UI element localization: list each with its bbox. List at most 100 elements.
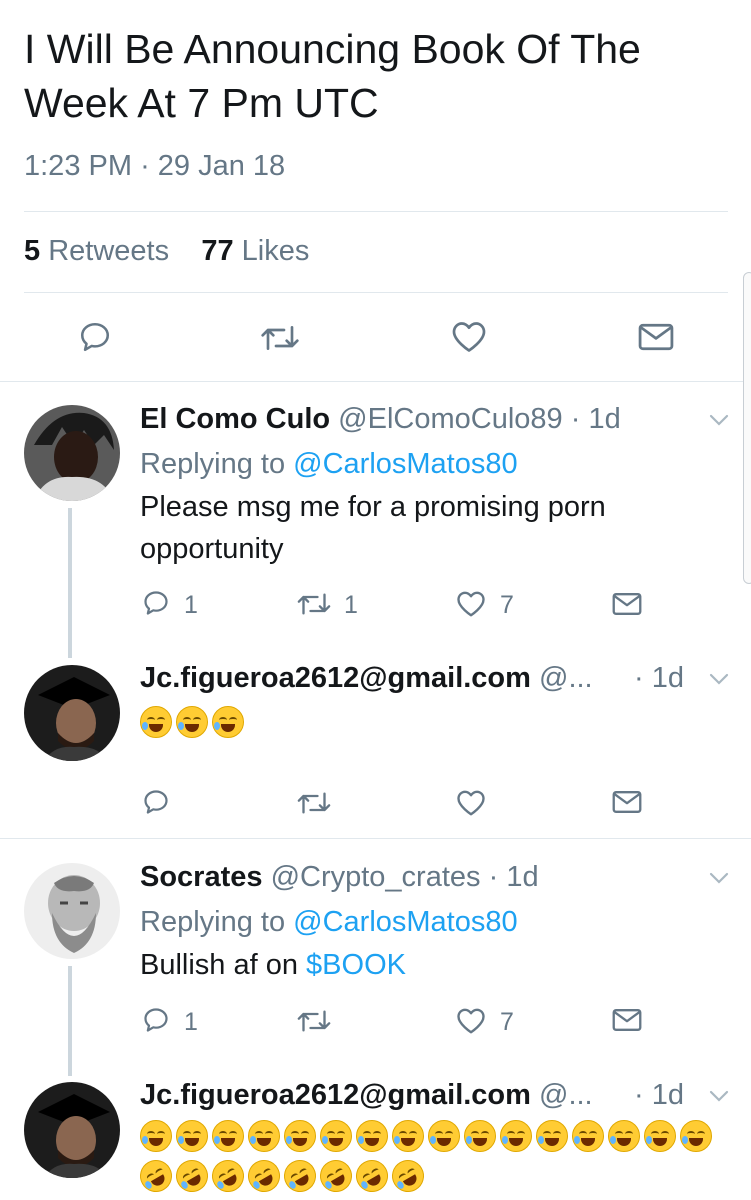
replying-prefix: Replying to — [140, 448, 294, 480]
tears-of-joy-emoji — [176, 1120, 208, 1152]
header-separator: · — [480, 861, 507, 893]
tears-of-joy-emoji — [176, 706, 208, 738]
avatar[interactable] — [24, 665, 120, 761]
tears-of-joy-emoji — [392, 1120, 424, 1152]
meta-separator: · — [140, 150, 150, 182]
reply-time: 1d — [651, 662, 684, 694]
replying-to: Replying to @CarlosMatos80 — [140, 905, 518, 939]
dm-icon[interactable] — [638, 322, 674, 352]
like-icon[interactable] — [456, 1007, 486, 1035]
user-handle[interactable]: @... — [539, 1079, 593, 1111]
reply-header: Jc.figueroa2612@gmail.com @... — [140, 661, 593, 695]
reply-text: Bullish af on $BOOK — [140, 944, 700, 986]
chevron-down-icon[interactable] — [708, 412, 730, 428]
tears-of-joy-emoji — [608, 1120, 640, 1152]
like-count: 77 — [201, 235, 234, 267]
thread-line — [68, 508, 72, 658]
header-separator: · — [634, 662, 644, 694]
replying-to: Replying to @CarlosMatos80 — [140, 447, 518, 481]
tears-of-joy-emoji — [644, 1120, 676, 1152]
tears-of-joy-emoji — [284, 1120, 316, 1152]
tears-of-joy-emoji — [464, 1120, 496, 1152]
rolling-on-floor-laughing-emoji — [134, 1154, 178, 1198]
thread-line — [68, 966, 72, 1076]
avatar[interactable] — [24, 405, 120, 501]
rolling-on-floor-laughing-emoji — [242, 1154, 286, 1198]
reply-time-group: · 1d — [634, 661, 684, 695]
header-separator: · — [562, 403, 589, 435]
reply-text-prefix: Bullish af on — [140, 949, 307, 981]
like-icon[interactable] — [451, 320, 487, 354]
dm-icon[interactable] — [612, 592, 642, 616]
reply-icon[interactable] — [78, 320, 112, 354]
like-label: Likes — [241, 235, 310, 267]
retweets-stat[interactable]: 5 Retweets — [24, 235, 169, 267]
retweet-count: 5 — [24, 235, 41, 267]
reply-count: 1 — [184, 1008, 198, 1036]
dm-icon[interactable] — [612, 1008, 642, 1032]
tears-of-joy-emoji — [320, 1120, 352, 1152]
user-handle[interactable]: @ElComoCulo89 — [338, 403, 562, 435]
retweet-icon[interactable] — [296, 1007, 332, 1035]
likes-stat[interactable]: 77 Likes — [201, 235, 309, 267]
tears-of-joy-emoji — [536, 1120, 568, 1152]
replying-prefix: Replying to — [140, 906, 294, 938]
reply-header: El Como Culo @ElComoCulo89 · 1d — [140, 402, 621, 436]
tears-of-joy-emoji — [140, 706, 172, 738]
user-name[interactable]: Socrates — [140, 861, 263, 893]
retweet-count: 1 — [344, 591, 358, 619]
divider — [24, 211, 728, 212]
reply-time: 1d — [506, 861, 539, 893]
replying-to-link[interactable]: @CarlosMatos80 — [293, 906, 517, 938]
retweet-label: Retweets — [48, 235, 170, 267]
user-name[interactable]: Jc.figueroa2612@gmail.com — [140, 662, 531, 694]
tears-of-joy-emoji — [248, 1120, 280, 1152]
tears-of-joy-emoji — [212, 1120, 244, 1152]
like-icon[interactable] — [456, 590, 486, 618]
user-name[interactable]: El Como Culo — [140, 403, 330, 435]
reply-time: 1d — [651, 1079, 684, 1111]
emoji-text — [134, 1120, 740, 1198]
divider — [0, 381, 751, 382]
user-name[interactable]: Jc.figueroa2612@gmail.com — [140, 1079, 531, 1111]
chevron-down-icon[interactable] — [708, 1088, 730, 1104]
tears-of-joy-emoji — [572, 1120, 604, 1152]
like-count: 7 — [500, 1008, 514, 1036]
reply-icon[interactable] — [142, 1006, 170, 1034]
header-separator: · — [634, 1079, 644, 1111]
like-count: 7 — [500, 591, 514, 619]
chevron-down-icon[interactable] — [708, 671, 730, 687]
retweet-icon[interactable] — [296, 590, 332, 618]
chevron-down-icon[interactable] — [708, 870, 730, 886]
scrollbar-thumb[interactable] — [743, 272, 751, 584]
tears-of-joy-emoji — [500, 1120, 532, 1152]
divider — [24, 292, 728, 293]
rolling-on-floor-laughing-emoji — [170, 1154, 214, 1198]
tweet-stats: 5 Retweets 77 Likes — [24, 235, 309, 268]
like-icon[interactable] — [456, 789, 486, 817]
divider — [0, 838, 751, 839]
tears-of-joy-emoji — [680, 1120, 712, 1152]
reply-icon[interactable] — [142, 788, 170, 816]
tweet-timestamp[interactable]: 1:23 PM · 29 Jan 18 — [24, 150, 285, 183]
rolling-on-floor-laughing-emoji — [350, 1154, 394, 1198]
reply-icon[interactable] — [142, 589, 170, 617]
retweet-icon[interactable] — [260, 322, 300, 354]
reply-text: Please msg me for a promising porn oppor… — [140, 491, 606, 565]
rolling-on-floor-laughing-emoji — [386, 1154, 430, 1198]
tears-of-joy-emoji — [356, 1120, 388, 1152]
avatar[interactable] — [24, 863, 120, 959]
dm-icon[interactable] — [612, 790, 642, 814]
retweet-icon[interactable] — [296, 789, 332, 817]
reply-time-group: · 1d — [634, 1078, 684, 1112]
user-handle[interactable]: @... — [539, 662, 593, 694]
rolling-on-floor-laughing-emoji — [314, 1154, 358, 1198]
tears-of-joy-emoji — [428, 1120, 460, 1152]
reply-header: Jc.figueroa2612@gmail.com @... — [140, 1078, 593, 1112]
emoji-text — [140, 706, 244, 738]
user-handle[interactable]: @Crypto_crates — [271, 861, 481, 893]
avatar[interactable] — [24, 1082, 120, 1178]
cashtag-link[interactable]: $BOOK — [306, 949, 406, 981]
rolling-on-floor-laughing-emoji — [278, 1154, 322, 1198]
replying-to-link[interactable]: @CarlosMatos80 — [293, 448, 517, 480]
